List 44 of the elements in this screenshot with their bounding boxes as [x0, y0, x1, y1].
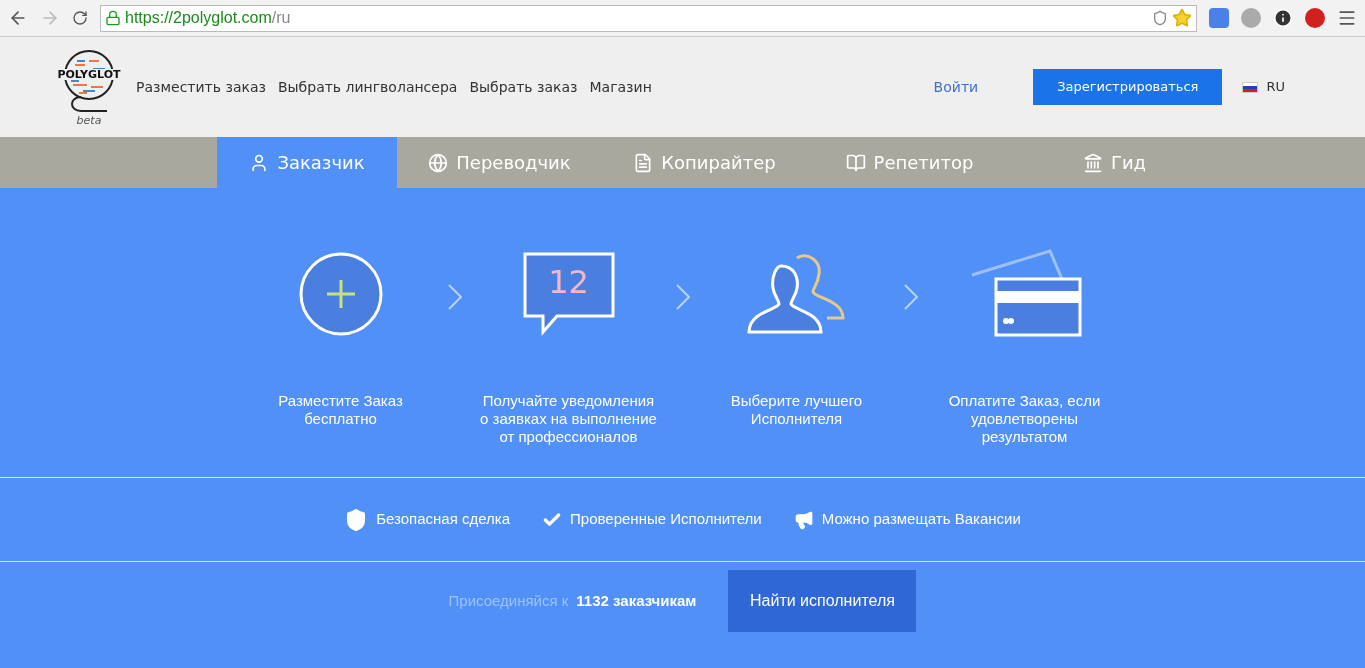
address-bar[interactable]: https://2polyglot.com/ru [100, 4, 1197, 32]
role-tab[interactable]: Гид [1012, 137, 1217, 188]
document-icon [633, 152, 654, 173]
beta-label: beta [76, 115, 102, 126]
step-caption: Разместите Заказ бесплатно [277, 392, 404, 428]
register-button[interactable]: Зарегистрироваться [1033, 69, 1223, 105]
nav-link[interactable]: Магазин [589, 76, 652, 98]
role-tab[interactable]: Заказчик [217, 137, 397, 188]
feature-label: Безопасная сделка [376, 509, 511, 530]
chevron-icon [903, 284, 918, 310]
nav-link[interactable]: Выбрать лингволансера [277, 76, 458, 98]
megaphone-icon [793, 509, 814, 530]
feature-label: Проверенные Исполнители [570, 509, 762, 530]
step-caption: Выберите лучшего Исполнителя [729, 392, 864, 428]
lock-icon [105, 10, 121, 26]
step-caption: Оплатите Заказ, если удовлетворены результатом [947, 392, 1102, 446]
customer-count: 1132 заказчикам [576, 590, 697, 611]
star-icon[interactable] [1172, 8, 1192, 28]
nav-link[interactable]: Выбрать заказ [469, 76, 578, 98]
globe-icon [428, 152, 449, 173]
nav-link[interactable]: Разместить заказ [136, 76, 266, 98]
plus-circle-icon [298, 252, 383, 336]
role-tab[interactable]: Переводчик [397, 137, 602, 188]
language-label[interactable]: RU [1266, 77, 1285, 97]
building-icon [1082, 152, 1103, 173]
reload-button[interactable] [72, 10, 88, 26]
feature-label: Можно размещать Вакансии [821, 509, 1021, 530]
role-tab[interactable]: Репетитор [807, 137, 1012, 188]
notification-count: 12 [547, 266, 590, 298]
menu-icon[interactable] [1337, 8, 1357, 28]
shield-icon[interactable] [1152, 10, 1168, 26]
step-caption: Получайте уведомления о заявках на выполнение от профессионалов [479, 392, 658, 446]
url-text: https://2polyglot.com/ru [125, 8, 291, 28]
russia-flag-icon [1242, 81, 1259, 93]
book-icon [845, 152, 866, 173]
people-icon [746, 252, 847, 336]
find-performer-button[interactable]: Найти исполнителя [728, 570, 917, 632]
chevron-icon [675, 284, 690, 310]
login-link[interactable]: Войти [933, 76, 979, 98]
info-icon[interactable] [1273, 8, 1293, 28]
logo-text: POLYGLOT [57, 69, 121, 80]
join-prefix: Присоединяйся к [448, 590, 569, 611]
chevron-icon [447, 284, 462, 310]
role-tab[interactable]: Копирайтер [602, 137, 807, 188]
